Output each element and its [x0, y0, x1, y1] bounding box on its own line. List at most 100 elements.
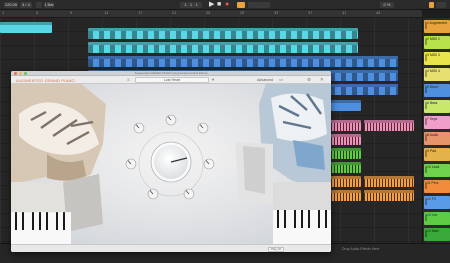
- track-name: 9 Pad: [427, 149, 436, 153]
- play-icon[interactable]: ▶: [209, 1, 214, 9]
- position-field[interactable]: 1 . 1 . 1: [180, 2, 202, 8]
- knob-6: [147, 188, 159, 200]
- track-header[interactable]: 2 MIDI 2: [424, 36, 450, 49]
- track-name: 11 Perc: [427, 181, 439, 185]
- audio-clip[interactable]: [331, 176, 361, 187]
- quantize-field[interactable]: 1 Bar: [44, 2, 54, 8]
- loop-field[interactable]: [248, 2, 270, 8]
- midi-clip[interactable]: [88, 56, 398, 67]
- plugin-name: AUGMENTED GRAND PIANO: [16, 78, 75, 83]
- track-headers: 1 Augmented 2 MIDI 2 3 MIDI 3 4 MIDI 4 5 Dru…: [422, 18, 450, 243]
- audio-clip[interactable]: [331, 134, 361, 145]
- audio-clip[interactable]: [364, 190, 414, 201]
- track-name: 14 Main: [427, 229, 440, 233]
- track-activator-icon[interactable]: [425, 86, 427, 93]
- left-piano-illustration: [11, 84, 106, 232]
- timeline-ruler[interactable]: 1 5 9 13 17 21 25 29 33 37 41 45: [0, 10, 422, 18]
- track-name: 3 MIDI 3: [427, 53, 440, 57]
- footer-selector[interactable]: Play All: [268, 246, 284, 252]
- midi-clip[interactable]: [331, 100, 361, 111]
- track-name: 1 Augmented: [427, 21, 447, 25]
- plugin-artwork: [11, 84, 331, 244]
- track-header[interactable]: 8 Audio: [424, 132, 450, 145]
- track-activator-icon[interactable]: [425, 134, 427, 141]
- track-header[interactable]: 5 Drum: [424, 84, 450, 97]
- ruler-tick: 13: [104, 11, 109, 15]
- session-record-button[interactable]: [237, 2, 245, 8]
- track-header[interactable]: 1 Augmented: [424, 20, 450, 33]
- track-header[interactable]: 9 Pad: [424, 148, 450, 161]
- preset-selector[interactable]: Lost Heart: [135, 77, 209, 83]
- track-header[interactable]: 10 Lead: [424, 164, 450, 177]
- ruler-tick: 45: [376, 11, 381, 15]
- track-activator-icon[interactable]: [425, 150, 427, 157]
- track-header[interactable]: 4 MIDI 4: [424, 68, 450, 81]
- main-knob: [150, 141, 192, 183]
- keyboard-icon[interactable]: ▭: [279, 77, 283, 83]
- track-header[interactable]: 12 FX: [424, 196, 450, 209]
- track-name: 12 FX: [427, 197, 437, 201]
- midi-clip[interactable]: [0, 22, 52, 33]
- track-header[interactable]: 6 Bass: [424, 100, 450, 113]
- track-name: 8 Audio: [427, 133, 439, 137]
- track-activator-icon[interactable]: [425, 182, 427, 189]
- midi-clip[interactable]: [88, 28, 358, 39]
- track-activator-icon[interactable]: [425, 230, 427, 237]
- drop-effects-hint: Drop Audio Effects Here: [342, 247, 380, 251]
- stop-icon[interactable]: ■: [217, 1, 221, 9]
- record-icon[interactable]: ●: [225, 1, 229, 9]
- ruler-tick: 41: [342, 11, 347, 15]
- track-activator-icon[interactable]: [425, 166, 427, 173]
- knob-7: [183, 188, 195, 200]
- ruler-tick: 17: [138, 11, 143, 15]
- knob-4: [125, 158, 137, 170]
- menu-icon[interactable]: ≡: [127, 77, 130, 83]
- track-header[interactable]: 11 Perc: [424, 180, 450, 193]
- audio-clip[interactable]: [331, 162, 361, 173]
- track-name: 13 Vox: [427, 213, 438, 217]
- chevron-down-icon[interactable]: ▾: [212, 77, 214, 83]
- ruler-tick: 1: [2, 11, 5, 15]
- meter-field[interactable]: 4 / 4: [20, 2, 32, 8]
- plugin-footer: Play All: [11, 244, 331, 252]
- settings-icon[interactable]: ⚙: [307, 77, 311, 83]
- key-map-button[interactable]: [436, 2, 446, 8]
- close-icon[interactable]: ✕: [320, 77, 324, 83]
- track-activator-icon[interactable]: [425, 54, 427, 61]
- audio-clip[interactable]: [331, 120, 361, 131]
- knob-5: [203, 158, 215, 170]
- audio-clip[interactable]: [331, 190, 361, 201]
- ruler-tick: 37: [308, 11, 313, 15]
- knob-2: [165, 114, 177, 126]
- advanced-toggle[interactable]: Advanced: [257, 78, 273, 82]
- midi-clip[interactable]: [88, 42, 358, 53]
- track-activator-icon[interactable]: [425, 214, 427, 221]
- track-header[interactable]: 7 Keys: [424, 116, 450, 129]
- track-header[interactable]: 14 Main: [424, 228, 450, 241]
- audio-clip[interactable]: [331, 148, 361, 159]
- knob-3: [197, 122, 209, 134]
- audio-clip[interactable]: [364, 176, 414, 187]
- metronome-button[interactable]: [36, 2, 42, 8]
- right-piano-keys: [273, 210, 331, 244]
- track-header[interactable]: 3 MIDI 3: [424, 52, 450, 65]
- tempo-field[interactable]: 120.00: [4, 2, 18, 8]
- plugin-header: AUGMENTED GRAND PIANO ≡ Lost Heart ▾ Adv…: [11, 76, 331, 84]
- track-activator-icon[interactable]: [425, 102, 427, 109]
- ruler-tick: 33: [274, 11, 279, 15]
- track-activator-icon[interactable]: [425, 22, 427, 29]
- knob-1: [133, 122, 145, 134]
- track-name: 5 Drum: [427, 85, 439, 89]
- track-activator-icon[interactable]: [425, 198, 427, 205]
- audio-clip[interactable]: [364, 120, 414, 131]
- plugin-window[interactable]: Augmented GRAND PIANO (Augmented Grand P…: [11, 71, 331, 252]
- midi-indicator: [429, 2, 434, 8]
- track-activator-icon[interactable]: [425, 38, 427, 45]
- track-header[interactable]: 13 Vox: [424, 212, 450, 225]
- track-activator-icon[interactable]: [425, 70, 427, 77]
- track-activator-icon[interactable]: [425, 118, 427, 125]
- track-name: 7 Keys: [427, 117, 438, 121]
- track-name: 4 MIDI 4: [427, 69, 440, 73]
- right-piano-illustration: [235, 84, 331, 212]
- track-name: 2 MIDI 2: [427, 37, 440, 41]
